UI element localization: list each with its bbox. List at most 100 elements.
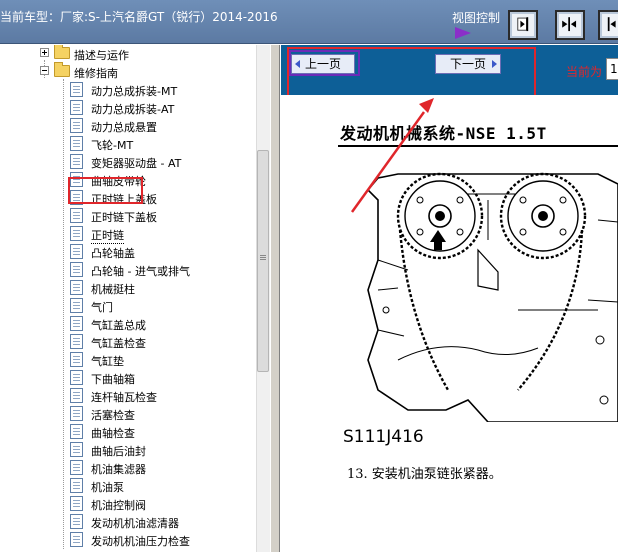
current-page-label: 当前为: [566, 65, 603, 79]
document-page-icon: [70, 478, 83, 493]
tree-item-label: 正时链下盖板: [91, 211, 157, 224]
document-page-icon: [70, 262, 83, 277]
tree-item[interactable]: 发动机机油滤清器: [0, 513, 256, 531]
document-page-icon: [70, 100, 83, 115]
view-control-label: 视图控制: [452, 11, 501, 25]
current-vehicle-title: 当前车型：厂家:S-上汽名爵GT（锐行）2014-2016: [0, 10, 278, 24]
tree-scrollbar-thumb[interactable]: [257, 150, 269, 372]
tree-item[interactable]: 气缸盖总成: [0, 315, 256, 333]
document-title: 发动机机械系统-NSE 1.5T: [340, 124, 547, 143]
scrollbar-grip-icon: [260, 255, 266, 256]
tree-item[interactable]: 凸轮轴盖: [0, 243, 256, 261]
collapse-minus-icon[interactable]: [40, 66, 49, 75]
tree-item-label: 气缸盖总成: [91, 319, 146, 332]
tree-item-label: 动力总成拆装-AT: [91, 103, 175, 116]
tree-item-label: 曲轴检查: [91, 427, 135, 440]
tree-item-label: 气门: [91, 301, 113, 314]
top-header-bar: 当前车型：厂家:S-上汽名爵GT（锐行）2014-2016 视图控制: [0, 0, 618, 44]
document-page-icon: [70, 424, 83, 439]
document-page-icon: [70, 82, 83, 97]
document-page-icon: [70, 388, 83, 403]
tree-item-label: 气缸垫: [91, 355, 124, 368]
tree-item-label: 动力总成悬置: [91, 121, 157, 134]
engine-timing-chain-diagram: [366, 172, 618, 422]
document-page-icon: [70, 496, 83, 511]
tree-item-label: 曲轴后油封: [91, 445, 146, 458]
document-page-icon: [70, 334, 83, 349]
tree-item-label: 机油控制阀: [91, 499, 146, 512]
document-page-icon: [70, 208, 83, 223]
tree-item-label: 活塞检查: [91, 409, 135, 422]
document-page-icon: [70, 154, 83, 169]
page-number-input[interactable]: 1: [606, 58, 618, 80]
tree-item[interactable]: 曲轴检查: [0, 423, 256, 441]
tree-folder-label: 维修指南: [74, 67, 118, 80]
pane-splitter[interactable]: [270, 45, 280, 552]
figure-code: S111J416: [343, 427, 424, 447]
tree-item-label: 机械挺柱: [91, 283, 135, 296]
tree-item[interactable]: 变矩器驱动盘 - AT: [0, 153, 256, 171]
document-page-icon: [70, 406, 83, 421]
tree-item[interactable]: 发动机机油压力检查: [0, 531, 256, 549]
folder-icon: [54, 45, 70, 59]
tree-item[interactable]: 气门: [0, 297, 256, 315]
tree-item[interactable]: 正时链下盖板: [0, 207, 256, 225]
tree-item-label: 凸轮轴盖: [91, 247, 135, 260]
tree-item[interactable]: 下曲轴箱: [0, 369, 256, 387]
tree-item-label: 发动机机油滤清器: [91, 517, 179, 530]
document-page-icon: [70, 532, 83, 547]
tree-item[interactable]: 动力总成拆装-AT: [0, 99, 256, 117]
tree-item[interactable]: 机械挺柱: [0, 279, 256, 297]
selected-item-annotation: [68, 177, 143, 204]
tree-item[interactable]: 飞轮-MT: [0, 135, 256, 153]
split-view-button[interactable]: [555, 10, 585, 40]
tree-item[interactable]: 曲轴后油封: [0, 441, 256, 459]
document-page-icon: [70, 244, 83, 259]
tree-item-label: 动力总成拆装-MT: [91, 85, 178, 98]
tree-item[interactable]: 机油集滤器: [0, 459, 256, 477]
tree-folder-label: 描述与运作: [74, 49, 129, 62]
tree-item-label: 气缸盖检查: [91, 337, 146, 350]
tree-item-label: 连杆轴瓦检查: [91, 391, 157, 404]
document-page-icon: [70, 136, 83, 151]
pane-expand-icon: [607, 17, 616, 32]
tree-item[interactable]: 机油泵: [0, 477, 256, 495]
tree-item[interactable]: 凸轮轴 - 进气或排气: [0, 261, 256, 279]
tree-item[interactable]: 气缸盖检查: [0, 333, 256, 351]
pane-collapse-icon: [517, 17, 529, 32]
document-page-icon: [70, 118, 83, 133]
tree-item-label: 机油集滤器: [91, 463, 146, 476]
document-page-icon: [70, 316, 83, 331]
tree-item[interactable]: 机油控制阀: [0, 495, 256, 513]
document-page-icon: [70, 460, 83, 475]
expand-right-pane-button[interactable]: [598, 10, 618, 40]
tree-item[interactable]: 动力总成悬置: [0, 117, 256, 135]
tree-folder-description[interactable]: 描述与运作: [0, 45, 256, 63]
document-page-icon: [70, 352, 83, 367]
tree-item-label: 飞轮-MT: [91, 139, 134, 152]
view-control-arrow-icon: [455, 27, 471, 39]
tree-item-label: 发动机机油压力检查: [91, 535, 190, 548]
tree-item[interactable]: 活塞检查: [0, 405, 256, 423]
document-page-icon: [70, 298, 83, 313]
document-page-icon: [70, 514, 83, 529]
prev-button-annotation: [289, 50, 360, 76]
tree-item-label: 变矩器驱动盘 - AT: [91, 157, 182, 170]
tree-folder-repair-guide[interactable]: 维修指南: [0, 62, 256, 81]
tree-item[interactable]: 连杆轴瓦检查: [0, 387, 256, 405]
tree-item-label: 下曲轴箱: [91, 373, 135, 386]
title-underline: [338, 145, 618, 147]
document-page-icon: [70, 442, 83, 457]
procedure-step-text: 13. 安装机油泵链张紧器。: [347, 467, 502, 482]
tree-item-label: 机油泵: [91, 481, 124, 494]
collapse-left-pane-button[interactable]: [508, 10, 538, 40]
document-page-icon: [70, 226, 83, 241]
tree-item[interactable]: 正时链: [0, 225, 256, 244]
expand-plus-icon[interactable]: [40, 48, 49, 57]
tree-item[interactable]: 气缸垫: [0, 351, 256, 369]
tree-panel: 描述与运作 维修指南 动力总成拆装-MT 动力总成拆装-AT 动力总成悬置 飞轮-MT…: [0, 45, 256, 552]
document-page-icon: [70, 280, 83, 295]
folder-open-icon: [54, 62, 70, 77]
tree-item[interactable]: 动力总成拆装-MT: [0, 81, 256, 99]
tree-item-label: 凸轮轴 - 进气或排气: [91, 265, 190, 278]
